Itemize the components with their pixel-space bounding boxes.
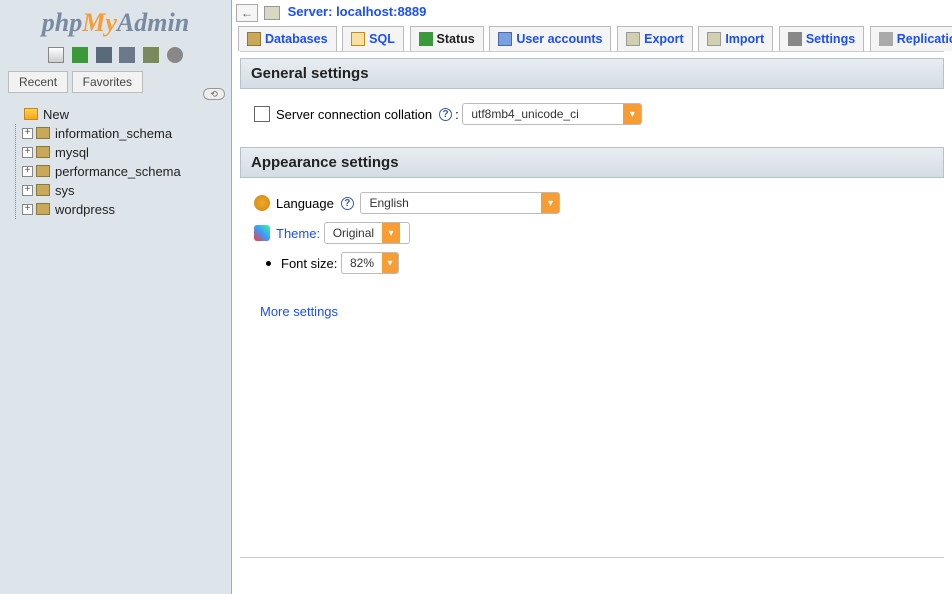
collation-select-value: utf8mb4_unicode_ci (463, 107, 623, 121)
chevron-down-icon: ▾ (382, 253, 398, 273)
tab-status[interactable]: Status (410, 26, 484, 52)
tree-db-label: information_schema (55, 126, 172, 141)
tab-import[interactable]: Import (698, 26, 773, 52)
sql-icon (351, 32, 365, 46)
quick-icons (0, 42, 231, 71)
home-icon[interactable] (48, 47, 64, 63)
chevron-down-icon: ▾ (623, 104, 641, 124)
breadcrumb-server-host: localhost:8889 (336, 4, 426, 19)
nav-settings-icon[interactable] (143, 47, 159, 63)
collation-icon (254, 106, 270, 122)
collation-select[interactable]: utf8mb4_unicode_ci ▾ (462, 103, 642, 125)
main-panel: ← Server: localhost:8889 Databases SQL S… (232, 0, 952, 594)
tab-sql[interactable]: SQL (342, 26, 404, 52)
logout-icon[interactable] (72, 47, 88, 63)
tree-db-label: mysql (55, 145, 89, 160)
tree-db-performance_schema[interactable]: + performance_schema (22, 162, 225, 181)
docs-icon[interactable] (96, 47, 112, 63)
tab-export[interactable]: Export (617, 26, 693, 52)
breadcrumb: Server: localhost:8889 (264, 0, 952, 26)
database-icon (36, 203, 50, 215)
expand-icon[interactable]: + (22, 166, 33, 177)
export-icon (626, 32, 640, 46)
collapse-tree-icon[interactable]: ⟲ (203, 88, 225, 100)
fontsize-label: Font size: (281, 256, 337, 271)
tree-db-information_schema[interactable]: + information_schema (22, 124, 225, 143)
row-more-settings: More settings (240, 290, 944, 319)
fontsize-select[interactable]: 82% ▾ (341, 252, 399, 274)
tree-new-label: New (43, 107, 69, 122)
language-select[interactable]: English ▾ (360, 192, 560, 214)
database-icon (36, 127, 50, 139)
sidebar: phpMyAdmin Recent Favorites ⟲ New + info… (0, 0, 232, 594)
tree-db-label: wordpress (55, 202, 115, 217)
theme-link[interactable]: Theme: (276, 226, 320, 241)
language-icon (254, 195, 270, 211)
section-general-body: Server connection collation ? : utf8mb4_… (240, 89, 944, 141)
language-select-value: English (361, 196, 541, 210)
section-appearance-heading: Appearance settings (240, 147, 944, 178)
row-collation: Server connection collation ? : utf8mb4_… (254, 99, 930, 129)
tree-db-sys[interactable]: + sys (22, 181, 225, 200)
more-settings-link[interactable]: More settings (260, 304, 338, 319)
top-nav: Databases SQL Status User accounts Expor… (238, 26, 952, 52)
theme-select-value: Original (325, 226, 382, 240)
section-appearance-body: Language ? English ▾ Theme: Original ▾ F… (240, 178, 944, 290)
section-general-heading: General settings (240, 58, 944, 89)
phpmyadmin-docs-icon[interactable] (119, 47, 135, 63)
tab-user-accounts[interactable]: User accounts (489, 26, 611, 52)
row-fontsize: Font size: 82% ▾ (254, 248, 930, 278)
fontsize-select-value: 82% (342, 256, 382, 270)
breadcrumb-server-link[interactable]: Server: localhost:8889 (288, 4, 427, 19)
tab-favorites[interactable]: Favorites (72, 71, 143, 93)
chevron-down-icon: ▾ (382, 223, 400, 243)
new-db-icon (24, 108, 38, 120)
tree-db-label: performance_schema (55, 164, 181, 179)
chevron-down-icon: ▾ (541, 193, 559, 213)
expand-icon[interactable]: + (22, 204, 33, 215)
reload-icon[interactable] (167, 47, 183, 63)
status-icon (419, 32, 433, 46)
toggle-sidebar-button[interactable]: ← (236, 4, 258, 22)
colon: : (455, 107, 459, 122)
expand-icon[interactable]: + (22, 185, 33, 196)
import-icon (707, 32, 721, 46)
database-icon (36, 165, 50, 177)
expand-icon[interactable]: + (22, 128, 33, 139)
divider (240, 557, 944, 558)
breadcrumb-server-prefix: Server: (288, 4, 333, 19)
phpmyadmin-logo[interactable]: phpMyAdmin (0, 0, 231, 42)
server-icon (264, 6, 280, 20)
database-tree: New + information_schema + mysql + perfo… (0, 93, 231, 219)
help-icon[interactable]: ? (341, 197, 354, 210)
row-language: Language ? English ▾ (254, 188, 930, 218)
sidebar-tabs: Recent Favorites (0, 71, 231, 93)
language-label: Language (276, 196, 334, 211)
expand-icon[interactable]: + (22, 147, 33, 158)
content: General settings Server connection colla… (240, 51, 944, 319)
tab-replication[interactable]: Replication (870, 26, 952, 52)
help-icon[interactable]: ? (439, 108, 452, 121)
tree-db-wordpress[interactable]: + wordpress (22, 200, 225, 219)
logo-part-php: php (42, 8, 82, 37)
tab-recent[interactable]: Recent (8, 71, 68, 93)
row-theme: Theme: Original ▾ (254, 218, 930, 248)
database-icon (36, 184, 50, 196)
logo-part-admin: Admin (117, 8, 189, 37)
settings-icon (788, 32, 802, 46)
database-icon (36, 146, 50, 158)
tree-db-label: sys (55, 183, 75, 198)
database-icon (247, 32, 261, 46)
tab-settings[interactable]: Settings (779, 26, 864, 52)
collation-label: Server connection collation (276, 107, 432, 122)
logo-part-my: My (82, 8, 117, 37)
tab-databases[interactable]: Databases (238, 26, 337, 52)
tree-db-mysql[interactable]: + mysql (22, 143, 225, 162)
users-icon (498, 32, 512, 46)
bullet-icon (266, 261, 271, 266)
replication-icon (879, 32, 893, 46)
theme-select[interactable]: Original ▾ (324, 222, 410, 244)
tree-new-database[interactable]: New (10, 105, 225, 124)
theme-icon (254, 225, 270, 241)
